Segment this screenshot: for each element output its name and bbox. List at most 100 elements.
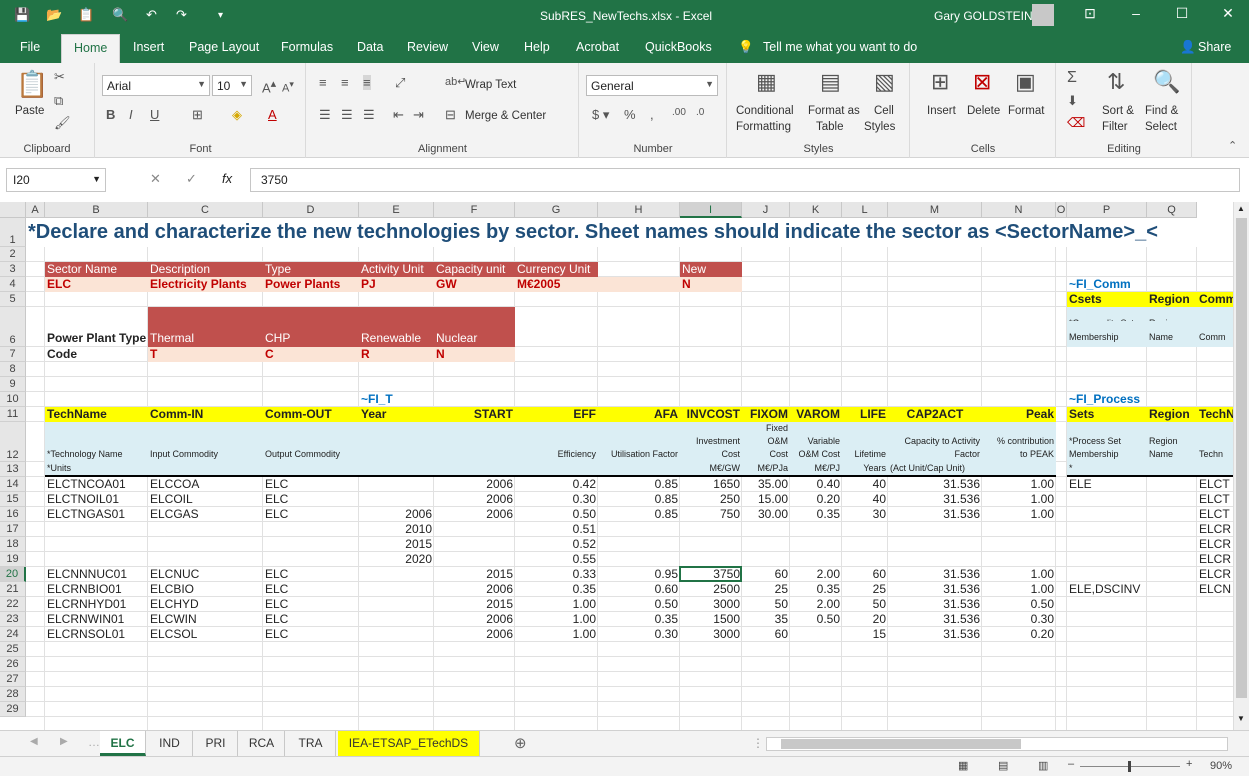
cell-g12[interactable]: Efficiency — [515, 448, 598, 462]
cell-k19[interactable] — [790, 552, 842, 567]
cell-r23[interactable] — [1197, 612, 1237, 627]
cell-e18[interactable]: 2015 — [359, 537, 434, 552]
cell-d19[interactable] — [263, 552, 359, 567]
print-preview-icon[interactable]: 🔍 — [112, 7, 128, 23]
cell-g18[interactable]: 0.52 — [515, 537, 598, 552]
cell-n12[interactable]: % contribution — [982, 435, 1056, 448]
cell-p24[interactable] — [1067, 627, 1147, 642]
tech-name-cell[interactable]: ELCTNCOA01 — [45, 477, 148, 492]
cell-h11[interactable]: AFA — [598, 407, 680, 422]
column-header-n[interactable]: N — [982, 202, 1056, 218]
row-header-6[interactable]: 6 — [0, 307, 26, 347]
cell-e14[interactable] — [359, 477, 434, 492]
tab-file[interactable]: File — [20, 40, 40, 54]
fill-color-icon[interactable]: ◈ — [232, 107, 242, 123]
cell-i17[interactable] — [680, 522, 742, 537]
cell-f20[interactable]: 2015 — [434, 567, 515, 582]
cell-m16[interactable]: 31.536 — [888, 507, 982, 522]
conditional-formatting-button[interactable]: Conditional — [736, 105, 794, 117]
cell-c16[interactable]: ELCGAS — [148, 507, 263, 522]
cell-h16[interactable]: 0.85 — [598, 507, 680, 522]
autosum-icon[interactable]: Σ — [1067, 69, 1077, 87]
enter-icon[interactable]: ✓ — [186, 171, 197, 187]
cell-p22[interactable] — [1067, 597, 1147, 612]
cell-p17[interactable] — [1067, 522, 1147, 537]
tech-name-cell[interactable] — [45, 522, 148, 537]
currency-icon[interactable]: $ ▾ — [592, 107, 609, 123]
row-header-3[interactable]: 3 — [0, 262, 26, 277]
cell-m23[interactable]: 31.536 — [888, 612, 982, 627]
row-header-15[interactable]: 15 — [0, 492, 26, 507]
cell-e3[interactable]: Activity Unit — [359, 262, 434, 277]
conditional-formatting-icon[interactable]: ▦ — [756, 69, 777, 95]
cell-r17[interactable]: ELCR — [1197, 522, 1237, 537]
find-select-button[interactable]: Find & — [1145, 105, 1178, 117]
sheet-tab-iea-etsap[interactable]: IEA-ETSAP_ETechDS — [338, 731, 480, 756]
cell-q12[interactable]: Name — [1147, 448, 1197, 462]
more-sheets-icon[interactable]: … — [88, 735, 100, 749]
tab-help[interactable]: Help — [524, 40, 550, 54]
borders-icon[interactable]: ⊞ — [192, 107, 203, 123]
cell-n21[interactable]: 1.00 — [982, 582, 1056, 597]
font-color-icon[interactable]: A — [268, 107, 277, 122]
tab-page-layout[interactable]: Page Layout — [189, 40, 259, 54]
cell-e10[interactable]: ~FI_T — [359, 392, 434, 407]
cell-j21[interactable]: 25 — [742, 582, 790, 597]
cell-l15[interactable]: 40 — [842, 492, 888, 507]
middle-align-icon[interactable]: ≡ — [341, 75, 349, 90]
cell-f18[interactable] — [434, 537, 515, 552]
cell-l14[interactable]: 40 — [842, 477, 888, 492]
row-header-27[interactable]: 27 — [0, 672, 26, 687]
tech-name-cell[interactable]: ELCTNGAS01 — [45, 507, 148, 522]
active-cell-outline[interactable] — [679, 566, 742, 582]
format-painter-icon[interactable]: 🖌 — [54, 115, 71, 131]
sort-filter-button[interactable]: Sort & — [1102, 105, 1134, 117]
cell-r19[interactable]: ELCR — [1197, 552, 1237, 567]
delete-cells-icon[interactable]: ⊠ — [973, 69, 991, 95]
cell-i18[interactable] — [680, 537, 742, 552]
row-header-9[interactable]: 9 — [0, 377, 26, 392]
row-header-28[interactable]: 28 — [0, 687, 26, 702]
cell-e22[interactable] — [359, 597, 434, 612]
tab-review[interactable]: Review — [407, 40, 448, 54]
cell-p15[interactable] — [1067, 492, 1147, 507]
cell-h20[interactable]: 0.95 — [598, 567, 680, 582]
cell-p6[interactable]: *Commodity Set — [1067, 307, 1147, 321]
cell-b11[interactable]: TechName — [45, 407, 148, 422]
cell-j11[interactable]: FIXOM — [742, 407, 790, 422]
cell-r5[interactable]: Comm — [1197, 292, 1237, 307]
align-right-icon[interactable]: ☰ — [363, 107, 375, 123]
cell-m12[interactable]: Factor — [888, 448, 982, 462]
cancel-icon[interactable]: ✕ — [150, 171, 161, 187]
paste-icon[interactable]: 📋 — [16, 69, 48, 100]
row-header-8[interactable]: 8 — [0, 362, 26, 377]
tab-view[interactable]: View — [472, 40, 499, 54]
cell-g24[interactable]: 1.00 — [515, 627, 598, 642]
cell-e23[interactable] — [359, 612, 434, 627]
comma-icon[interactable]: , — [650, 107, 654, 122]
cell-q6[interactable]: Region — [1147, 307, 1197, 321]
cell-d11[interactable]: Comm-OUT — [263, 407, 359, 422]
cell-f16[interactable]: 2006 — [434, 507, 515, 522]
row-header-23[interactable]: 23 — [0, 612, 26, 627]
cell-c3[interactable]: Description — [148, 262, 263, 277]
row-header-19[interactable]: 19 — [0, 552, 26, 567]
cell-p4[interactable]: ~FI_Comm — [1067, 277, 1147, 292]
cell-e20[interactable] — [359, 567, 434, 582]
scroll-right-icon[interactable]: ▶ — [60, 736, 68, 747]
cell-i15[interactable]: 250 — [680, 492, 742, 507]
cell-c20[interactable]: ELCNUC — [148, 567, 263, 582]
cell-c23[interactable]: ELCWIN — [148, 612, 263, 627]
row-header-24[interactable]: 24 — [0, 627, 26, 642]
cell-e17[interactable]: 2010 — [359, 522, 434, 537]
number-format-select[interactable]: General ▼ — [586, 75, 718, 96]
cell-k12[interactable]: O&M Cost — [790, 448, 842, 462]
cell-h17[interactable] — [598, 522, 680, 537]
cell-m19[interactable] — [888, 552, 982, 567]
merge-icon[interactable]: ⊟ — [445, 107, 456, 123]
top-align-icon[interactable]: ≡ — [319, 75, 327, 90]
cell-n11[interactable]: Peak — [982, 407, 1056, 422]
cell-j20[interactable]: 60 — [742, 567, 790, 582]
cell-j24[interactable]: 60 — [742, 627, 790, 642]
undo-icon[interactable]: ↶ — [146, 7, 157, 23]
